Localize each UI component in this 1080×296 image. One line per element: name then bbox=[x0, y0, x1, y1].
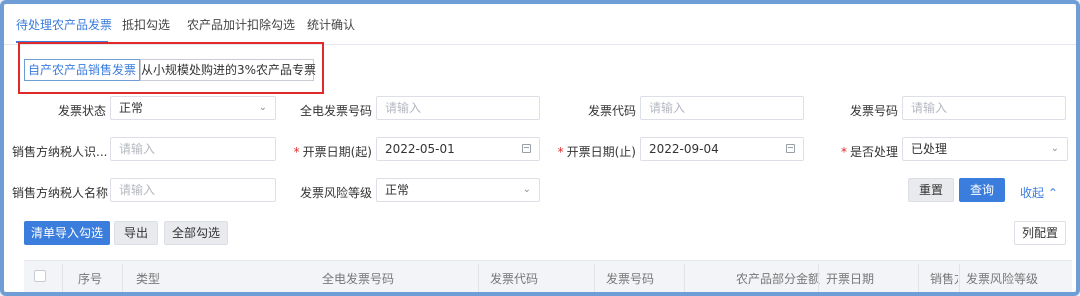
seller-name-input[interactable]: 请输入 bbox=[110, 178, 276, 202]
segment-small-scale-3pct-invoice[interactable]: 从小规模处购进的3%农产品专票 bbox=[140, 59, 316, 81]
tab-pending-invoices[interactable]: 待处理农产品发票 bbox=[16, 16, 112, 33]
seller-tax-id-input[interactable]: 请输入 bbox=[110, 137, 276, 161]
tab-bar: 待处理农产品发票 抵扣勾选 农产品加计扣除勾选 统计确认 bbox=[4, 4, 1076, 45]
column-header-invoice-number: 发票号码 bbox=[606, 272, 655, 286]
processed-select[interactable]: 已处理 ⌄ bbox=[902, 137, 1068, 161]
seller-tax-id-label: 销售方纳税人识... bbox=[12, 145, 108, 159]
invoice-code-label: 发票代码 bbox=[587, 104, 636, 118]
chevron-down-icon: ⌄ bbox=[258, 102, 267, 113]
full-digital-number-input[interactable]: 请输入 bbox=[376, 96, 540, 120]
query-button[interactable]: 查询 bbox=[959, 178, 1005, 202]
column-divider bbox=[818, 264, 819, 292]
issue-date-end-label: * 开票日期(止) bbox=[557, 145, 636, 159]
issue-date-start-label: * 开票日期(起) bbox=[293, 145, 372, 159]
invoice-status-label: 发票状态 bbox=[57, 104, 106, 118]
column-header-invoice-code: 发票代码 bbox=[490, 272, 539, 286]
export-button[interactable]: 导出 bbox=[114, 221, 158, 245]
column-header-seller: 销售方 bbox=[930, 272, 958, 286]
column-divider bbox=[594, 264, 595, 292]
processed-label: * 是否处理 bbox=[840, 145, 898, 159]
risk-level-select[interactable]: 正常 ⌄ bbox=[376, 178, 540, 202]
tab-deduction-select[interactable]: 抵扣勾选 bbox=[122, 16, 170, 33]
invoice-number-label: 发票号码 bbox=[849, 104, 898, 118]
segment-self-produced-invoice[interactable]: 自产农产品销售发票 bbox=[24, 59, 140, 81]
column-config-button[interactable]: 列配置 bbox=[1014, 221, 1066, 245]
column-divider bbox=[959, 264, 960, 292]
issue-date-end-picker[interactable]: 2022-09-04 bbox=[640, 137, 804, 161]
tab-statistics-confirm[interactable]: 统计确认 bbox=[307, 16, 355, 33]
chevron-up-icon: ⌃ bbox=[1047, 186, 1058, 200]
collapse-link[interactable]: 收起 ⌃ bbox=[1020, 184, 1058, 201]
column-divider bbox=[122, 264, 123, 292]
select-all-button[interactable]: 全部勾选 bbox=[164, 221, 228, 245]
column-header-agri-amount: 农产品部分金额 bbox=[736, 272, 821, 286]
column-header-full-digital-number: 全电发票号码 bbox=[322, 272, 395, 286]
column-header-risk-level: 发票风险等级 bbox=[966, 272, 1039, 286]
full-digital-number-label: 全电发票号码 bbox=[299, 104, 372, 118]
chevron-down-icon: ⌄ bbox=[522, 184, 531, 195]
invoice-number-input[interactable]: 请输入 bbox=[902, 96, 1066, 120]
select-all-checkbox[interactable] bbox=[34, 270, 46, 282]
tab-extra-deduction-select[interactable]: 农产品加计扣除勾选 bbox=[187, 16, 295, 33]
invoice-status-select[interactable]: 正常 ⌄ bbox=[110, 96, 276, 120]
calendar-icon bbox=[786, 144, 795, 153]
chevron-down-icon: ⌄ bbox=[1050, 143, 1059, 154]
column-divider bbox=[478, 264, 479, 292]
column-header-issue-date: 开票日期 bbox=[826, 272, 875, 286]
column-header-index: 序号 bbox=[78, 272, 103, 286]
column-divider bbox=[918, 264, 919, 292]
app-frame: 待处理农产品发票 抵扣勾选 农产品加计扣除勾选 统计确认 自产农产品销售发票 从… bbox=[0, 0, 1080, 296]
issue-date-start-picker[interactable]: 2022-05-01 bbox=[376, 137, 540, 161]
import-select-button[interactable]: 清单导入勾选 bbox=[24, 221, 110, 245]
risk-level-label: 发票风险等级 bbox=[299, 186, 372, 200]
invoice-code-input[interactable]: 请输入 bbox=[640, 96, 804, 120]
calendar-icon bbox=[522, 144, 531, 153]
table-header bbox=[24, 260, 1072, 292]
column-divider bbox=[684, 264, 685, 292]
column-header-type: 类型 bbox=[136, 272, 161, 286]
reset-button[interactable]: 重置 bbox=[908, 178, 954, 202]
seller-name-label: 销售方纳税人名称 bbox=[12, 186, 109, 200]
column-divider bbox=[62, 264, 63, 292]
